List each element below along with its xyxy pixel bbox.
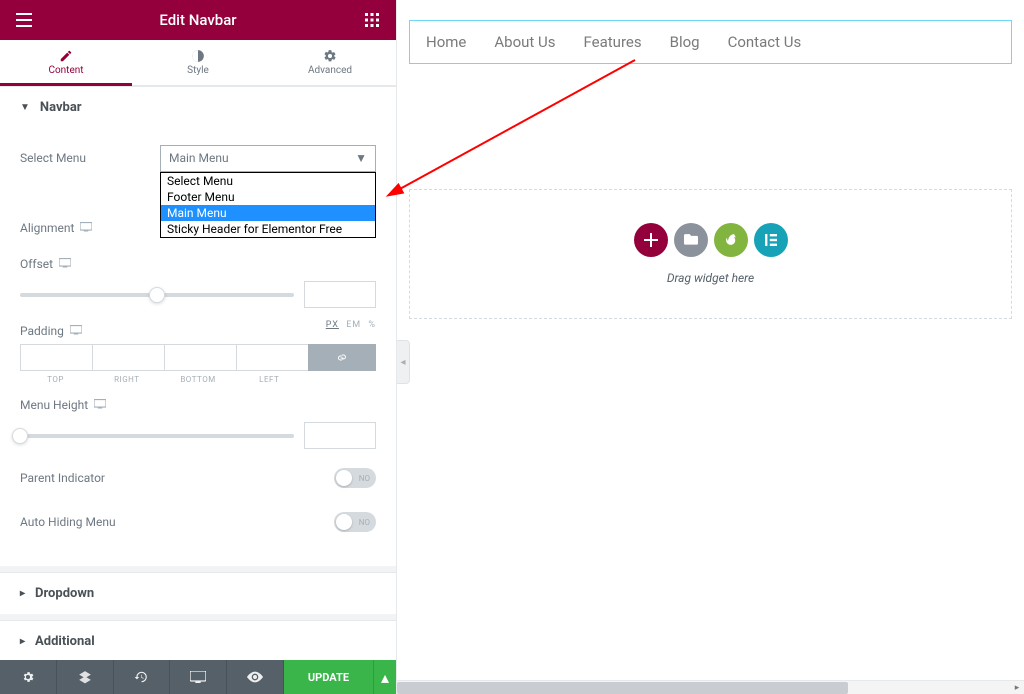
- preview-area: ◂ Home About Us Features Blog Contact Us…: [397, 0, 1024, 694]
- select-value: Main Menu: [169, 151, 229, 165]
- menu-height-slider[interactable]: [20, 434, 294, 438]
- offset-input[interactable]: [304, 281, 376, 308]
- section-title: Navbar: [40, 100, 82, 115]
- label-parent-indicator: Parent Indicator: [20, 471, 334, 485]
- caret-down-icon: ▼: [20, 102, 30, 113]
- padding-right-input[interactable]: [92, 344, 164, 371]
- parent-indicator-switch[interactable]: NO: [334, 468, 376, 488]
- drop-text: Drag widget here: [667, 271, 754, 285]
- tab-content[interactable]: Content: [0, 40, 132, 85]
- label-padding: Padding: [20, 324, 64, 338]
- auto-hiding-switch[interactable]: NO: [334, 512, 376, 532]
- padding-top-input[interactable]: [20, 344, 92, 371]
- option-main-menu[interactable]: Main Menu: [161, 205, 375, 221]
- responsive-icon[interactable]: [94, 398, 106, 412]
- tab-label: Style: [187, 65, 209, 76]
- unit-pct[interactable]: %: [368, 320, 376, 330]
- panel-title: Edit Navbar: [38, 11, 358, 29]
- apps-icon[interactable]: [358, 6, 386, 34]
- navbar-widget[interactable]: Home About Us Features Blog Contact Us: [409, 20, 1012, 64]
- section-title: Dropdown: [35, 586, 94, 601]
- section-title: Additional: [35, 634, 95, 649]
- caret-right-icon: ▸: [20, 588, 25, 599]
- envato-button[interactable]: [714, 223, 748, 257]
- link-values-button[interactable]: [308, 344, 376, 371]
- section-navbar[interactable]: ▼ Navbar: [0, 86, 396, 128]
- select-menu-options: Select Menu Footer Menu Main Menu Sticky…: [160, 172, 376, 238]
- tab-advanced[interactable]: Advanced: [264, 40, 396, 85]
- horizontal-scrollbar[interactable]: ◂ ▸: [397, 680, 1024, 694]
- unit-em[interactable]: EM: [346, 320, 361, 330]
- section-additional[interactable]: ▸ Additional: [0, 620, 396, 660]
- panel-footer: UPDATE ▴: [0, 660, 396, 694]
- history-button[interactable]: [114, 660, 171, 694]
- option-select-menu[interactable]: Select Menu: [161, 173, 375, 189]
- menu-height-input[interactable]: [304, 422, 376, 449]
- panel-body: ▼ Navbar Select Menu Main Menu ▼ Select …: [0, 86, 396, 660]
- collapse-panel-button[interactable]: ◂: [397, 340, 410, 384]
- caret-right-icon: ▸: [20, 636, 25, 647]
- scroll-right-icon[interactable]: ▸: [1010, 681, 1024, 694]
- tab-style[interactable]: Style: [132, 40, 264, 85]
- offset-slider[interactable]: [20, 293, 294, 297]
- label-offset: Offset: [20, 257, 53, 271]
- nav-item-contact[interactable]: Contact Us: [728, 33, 802, 51]
- update-button[interactable]: UPDATE: [284, 660, 374, 694]
- editor-panel: Edit Navbar Content Style Advanced ▼: [0, 0, 397, 694]
- navbar-controls: Select Menu Main Menu ▼ Select Menu Foot…: [0, 128, 396, 566]
- chevron-down-icon: ▼: [355, 151, 367, 165]
- option-sticky-header[interactable]: Sticky Header for Elementor Free: [161, 221, 375, 237]
- label-select-menu: Select Menu: [20, 151, 160, 165]
- padding-label-bottom: BOTTOM: [162, 371, 233, 384]
- padding-label-top: TOP: [20, 371, 91, 384]
- responsive-button[interactable]: [170, 660, 227, 694]
- tab-label: Content: [48, 65, 83, 76]
- drop-zone[interactable]: Drag widget here: [409, 189, 1012, 319]
- label-menu-height: Menu Height: [20, 398, 88, 412]
- update-options-button[interactable]: ▴: [374, 660, 396, 694]
- nav-item-features[interactable]: Features: [584, 33, 642, 51]
- unit-px[interactable]: PX: [326, 320, 339, 330]
- label-alignment: Alignment: [20, 221, 74, 235]
- switch-text: NO: [359, 518, 370, 527]
- responsive-icon[interactable]: [80, 221, 92, 235]
- option-footer-menu[interactable]: Footer Menu: [161, 189, 375, 205]
- nav-item-blog[interactable]: Blog: [670, 33, 700, 51]
- section-dropdown[interactable]: ▸ Dropdown: [0, 572, 396, 614]
- responsive-icon[interactable]: [59, 257, 71, 271]
- padding-label-right: RIGHT: [91, 371, 162, 384]
- panel-header: Edit Navbar: [0, 0, 396, 40]
- padding-bottom-input[interactable]: [164, 344, 236, 371]
- padding-units: PX EM %: [322, 320, 376, 330]
- select-menu-dropdown[interactable]: Main Menu ▼: [160, 145, 376, 172]
- responsive-icon[interactable]: [70, 324, 82, 338]
- template-library-button[interactable]: [674, 223, 708, 257]
- padding-label-left: LEFT: [234, 371, 305, 384]
- navigator-button[interactable]: [57, 660, 114, 694]
- nav-item-home[interactable]: Home: [426, 33, 466, 51]
- switch-text: NO: [359, 474, 370, 483]
- panel-tabs: Content Style Advanced: [0, 40, 396, 86]
- label-auto-hiding: Auto Hiding Menu: [20, 515, 334, 529]
- settings-button[interactable]: [0, 660, 57, 694]
- hamburger-icon[interactable]: [10, 6, 38, 34]
- elementor-button[interactable]: [754, 223, 788, 257]
- tab-label: Advanced: [308, 65, 352, 76]
- nav-item-about[interactable]: About Us: [494, 33, 555, 51]
- add-section-button[interactable]: [634, 223, 668, 257]
- preview-button[interactable]: [227, 660, 284, 694]
- padding-left-input[interactable]: [236, 344, 308, 371]
